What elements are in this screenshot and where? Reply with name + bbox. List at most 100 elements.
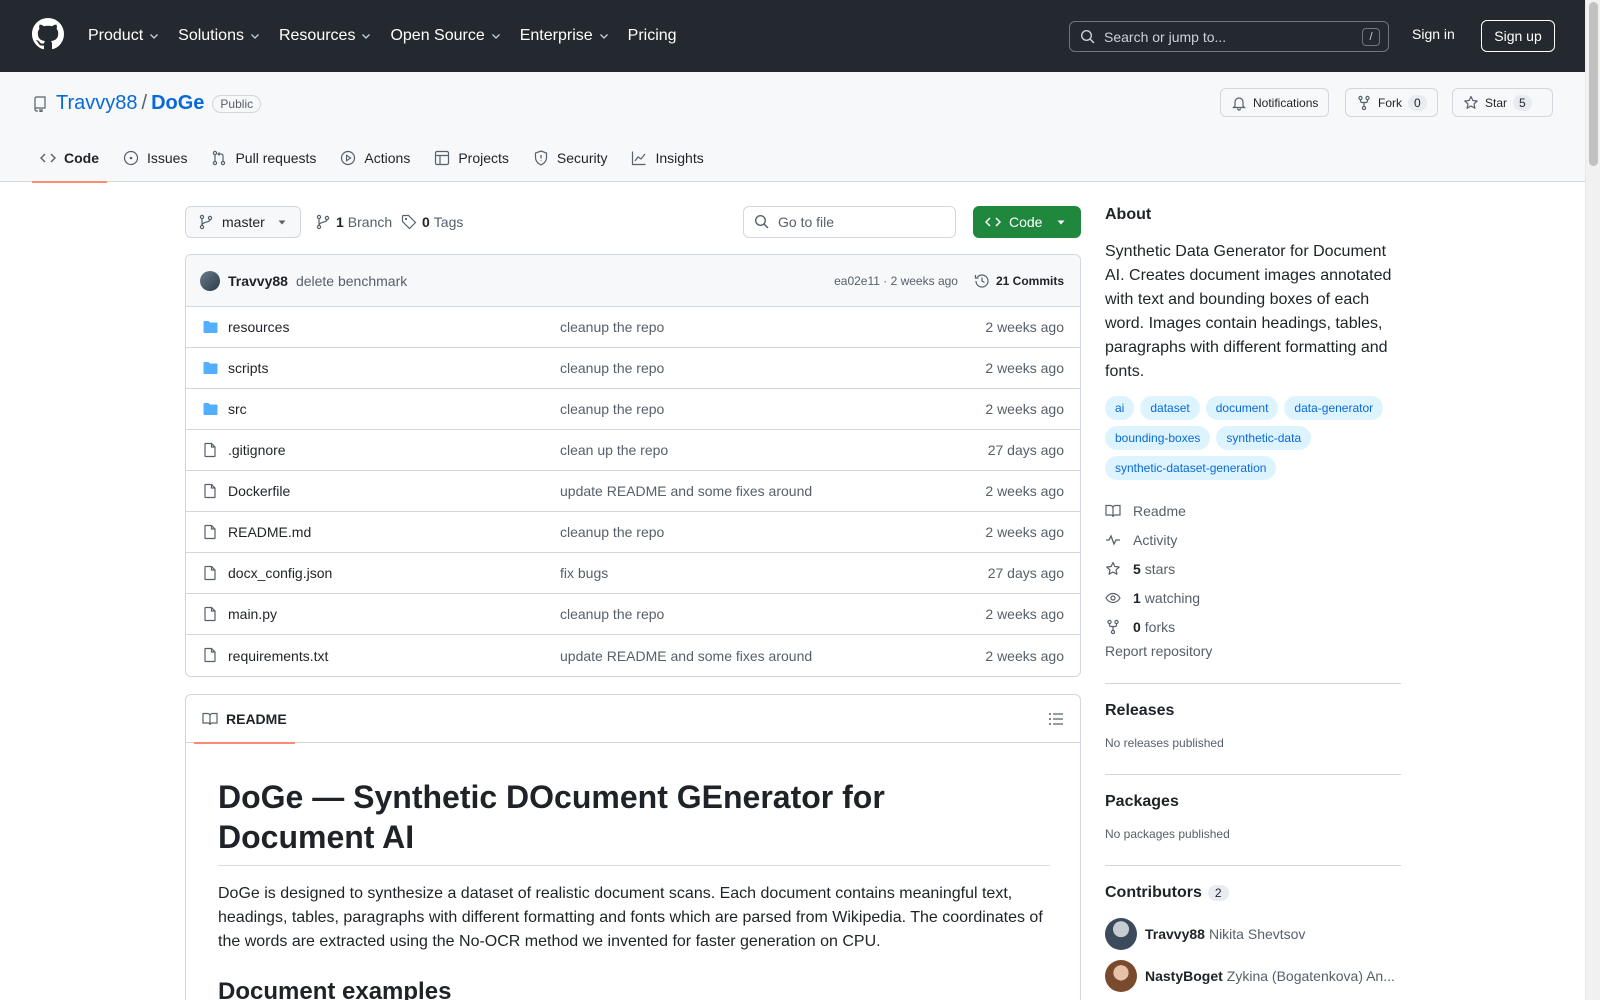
file-name[interactable]: .gitignore	[228, 442, 286, 458]
file-icon	[204, 647, 216, 663]
repo-icon	[34, 95, 46, 112]
table-row[interactable]: main.py cleanup the repo 2 weeks ago	[186, 594, 1080, 635]
activity-link[interactable]: Activity	[1105, 525, 1401, 554]
topic-tag[interactable]: bounding-boxes	[1105, 426, 1211, 450]
repo-tabs: Code Issues Pull requests Actions Projec…	[32, 134, 720, 183]
contributor-item[interactable]: NastyBoget Zykina (Bogatenkova) An...	[1105, 960, 1401, 992]
book-icon	[1105, 504, 1121, 517]
repo-title: Travvy88 / DoGe Public	[32, 92, 262, 115]
page-scrollbar[interactable]	[1585, 0, 1600, 1000]
file-commit-message[interactable]: cleanup the repo	[560, 606, 664, 622]
watching-link[interactable]: 1 watching	[1105, 583, 1401, 612]
nav-pricing[interactable]: Pricing	[628, 27, 677, 45]
file-name[interactable]: resources	[228, 319, 289, 335]
table-row[interactable]: .gitignore clean up the repo 27 days ago	[186, 430, 1080, 471]
latest-commit-bar: Travvy88 delete benchmark ea02e11 · 2 we…	[186, 255, 1080, 307]
contributor-item[interactable]: Travvy88 Nikita Shevtsov	[1105, 918, 1401, 950]
stars-link[interactable]: 5 stars	[1105, 554, 1401, 583]
file-commit-date: 2 weeks ago	[985, 647, 1064, 664]
table-row[interactable]: docx_config.json fix bugs 27 days ago	[186, 553, 1080, 594]
star-button[interactable]: Star 5	[1452, 88, 1553, 117]
topic-tag[interactable]: synthetic-data	[1216, 426, 1312, 450]
global-nav: Product Solutions Resources Open Source …	[88, 0, 695, 72]
sign-up-button[interactable]: Sign up	[1481, 20, 1555, 52]
tag-count-link[interactable]: 0 Tags	[401, 206, 463, 238]
notifications-button[interactable]: Notifications	[1220, 88, 1330, 117]
table-row[interactable]: resources cleanup the repo 2 weeks ago	[186, 307, 1080, 348]
file-name[interactable]: src	[228, 401, 247, 417]
nav-solutions[interactable]: Solutions	[178, 27, 261, 45]
report-repository-link[interactable]: Report repository	[1105, 643, 1401, 659]
topic-tag[interactable]: data-generator	[1284, 396, 1384, 420]
table-row[interactable]: README.md cleanup the repo 2 weeks ago	[186, 512, 1080, 553]
nav-open-source[interactable]: Open Source	[390, 27, 501, 45]
commits-link[interactable]: 21 Commits	[974, 273, 1064, 289]
file-name[interactable]: requirements.txt	[228, 648, 328, 664]
outline-list-icon[interactable]	[1048, 711, 1064, 727]
tab-actions[interactable]: Actions	[332, 134, 418, 182]
forks-link[interactable]: 0 forks	[1105, 612, 1401, 641]
nav-resources[interactable]: Resources	[279, 27, 372, 45]
file-name[interactable]: README.md	[228, 524, 311, 540]
commit-author[interactable]: Travvy88	[228, 273, 288, 289]
commit-meta[interactable]: ea02e11 · 2 weeks ago	[834, 274, 958, 288]
readme-tab[interactable]: README	[194, 695, 295, 744]
repo-name-link[interactable]: DoGe	[151, 92, 204, 115]
commit-message[interactable]: delete benchmark	[296, 273, 407, 289]
file-name[interactable]: main.py	[228, 606, 277, 622]
nav-enterprise[interactable]: Enterprise	[520, 27, 610, 45]
code-dropdown-button[interactable]: Code	[973, 206, 1081, 238]
about-heading: About	[1105, 206, 1152, 223]
file-commit-message[interactable]: cleanup the repo	[560, 524, 664, 540]
git-branch-icon	[199, 214, 213, 230]
releases-heading[interactable]: Releases	[1105, 702, 1401, 720]
search-input[interactable]: Search or jump to... /	[1069, 21, 1389, 52]
tab-projects[interactable]: Projects	[426, 134, 517, 182]
tab-insights[interactable]: Insights	[623, 134, 711, 182]
scrollbar-thumb[interactable]	[1589, 2, 1598, 166]
branch-count-link[interactable]: 1 Branch	[315, 206, 392, 238]
avatar[interactable]	[1105, 918, 1137, 950]
topic-tag[interactable]: synthetic-dataset-generation	[1105, 456, 1277, 480]
file-icon	[204, 565, 216, 581]
branch-select-button[interactable]: master	[185, 206, 301, 238]
file-commit-message[interactable]: fix bugs	[560, 565, 608, 581]
file-name[interactable]: scripts	[228, 360, 268, 376]
file-commit-message[interactable]: cleanup the repo	[560, 319, 664, 335]
tab-security[interactable]: Security	[525, 134, 616, 182]
file-commit-date: 2 weeks ago	[985, 606, 1064, 622]
table-row[interactable]: src cleanup the repo 2 weeks ago	[186, 389, 1080, 430]
table-row[interactable]: Dockerfile update README and some fixes a…	[186, 471, 1080, 512]
readme-link[interactable]: Readme	[1105, 496, 1401, 525]
tab-code[interactable]: Code	[32, 134, 107, 183]
file-commit-message[interactable]: update README and some fixes around	[560, 648, 812, 664]
table-row[interactable]: scripts cleanup the repo 2 weeks ago	[186, 348, 1080, 389]
file-commit-message[interactable]: cleanup the repo	[560, 401, 664, 417]
readme-header: README	[186, 695, 1080, 744]
contributors-heading[interactable]: Contributors 2	[1105, 884, 1401, 902]
topic-tag[interactable]: dataset	[1140, 396, 1200, 420]
file-icon	[204, 483, 216, 499]
tab-issues[interactable]: Issues	[115, 134, 195, 182]
file-commit-message[interactable]: clean up the repo	[560, 442, 668, 458]
avatar[interactable]	[1105, 960, 1137, 992]
file-commit-message[interactable]: update README and some fixes around	[560, 483, 812, 499]
star-count: 5	[1513, 94, 1532, 111]
nav-product[interactable]: Product	[88, 27, 160, 45]
go-to-file-input[interactable]: Go to file	[743, 206, 956, 238]
github-logo-icon[interactable]	[32, 18, 64, 50]
sign-in-link[interactable]: Sign in	[1412, 26, 1455, 42]
table-row[interactable]: requirements.txt update README and some f…	[186, 635, 1080, 676]
packages-heading[interactable]: Packages	[1105, 793, 1401, 811]
file-commit-date: 27 days ago	[987, 565, 1064, 581]
topic-tag[interactable]: ai	[1105, 396, 1135, 420]
file-commit-message[interactable]: cleanup the repo	[560, 360, 664, 376]
avatar[interactable]	[200, 270, 220, 291]
file-name[interactable]: Dockerfile	[228, 483, 290, 499]
file-name[interactable]: docx_config.json	[228, 565, 332, 581]
topic-tag[interactable]: document	[1205, 396, 1279, 420]
tab-pull-requests[interactable]: Pull requests	[203, 134, 324, 182]
readme-paragraph: DoGe is designed to synthesize a dataset…	[218, 885, 1043, 950]
fork-button[interactable]: Fork 0	[1345, 88, 1438, 117]
repo-owner-link[interactable]: Travvy88	[56, 92, 138, 115]
